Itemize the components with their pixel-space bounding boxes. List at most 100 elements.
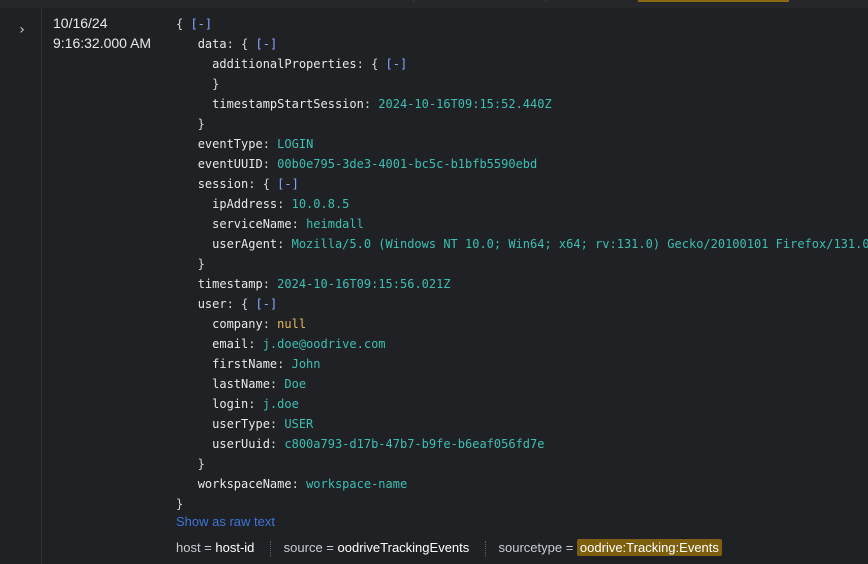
collapse-toggle[interactable]: [-] xyxy=(256,297,278,311)
json-punctuation xyxy=(176,97,212,111)
json-punctuation xyxy=(176,337,212,351)
json-punctuation xyxy=(176,437,212,451)
json-key: lastName xyxy=(212,377,270,391)
json-punctuation xyxy=(176,57,212,71)
json-null-value: null xyxy=(277,317,307,331)
json-punctuation xyxy=(176,357,212,371)
json-line: company: null xyxy=(176,314,866,334)
json-value: 2024-10-16T09:15:52.440Z xyxy=(378,97,552,111)
json-punctuation: } xyxy=(176,117,205,131)
collapse-toggle[interactable]: [-] xyxy=(190,17,212,31)
json-value: 10.0.8.5 xyxy=(291,197,350,211)
json-punctuation: : xyxy=(262,157,278,171)
sourcetype-field-value[interactable]: oodrive:Tracking:Events xyxy=(576,539,722,556)
json-line: lastName: Doe xyxy=(176,374,866,394)
json-punctuation xyxy=(176,237,212,251)
json-punctuation xyxy=(176,377,212,391)
host-field-label: host = xyxy=(176,540,216,555)
json-line: login: j.doe xyxy=(176,394,866,414)
json-punctuation: : { xyxy=(248,177,278,191)
json-punctuation: } xyxy=(176,77,220,91)
json-value: LOGIN xyxy=(277,137,314,151)
json-key: userType xyxy=(212,417,270,431)
json-punctuation: : xyxy=(277,357,292,371)
json-line: userUuid: c800a793-d17b-47b7-b9fe-b6eaf0… xyxy=(176,434,866,454)
json-value: heimdall xyxy=(306,217,364,231)
json-line: eventUUID: 00b0e795-3de3-4001-bc5c-b1bfb… xyxy=(176,154,866,174)
json-value: Mozilla/5.0 (Windows NT 10.0; Win64; x64… xyxy=(291,237,868,251)
collapse-toggle[interactable]: [-] xyxy=(277,177,299,191)
json-key: data xyxy=(197,37,227,51)
json-key: timestampStartSession xyxy=(212,97,364,111)
json-key: userUuid xyxy=(212,437,270,451)
json-value: 00b0e795-3de3-4001-bc5c-b1bfb5590ebd xyxy=(277,157,538,171)
json-line: user: { [-] xyxy=(176,294,866,314)
json-line: workspaceName: workspace-name xyxy=(176,474,866,494)
json-punctuation xyxy=(176,37,198,51)
json-line: userType: USER xyxy=(176,414,866,434)
json-punctuation xyxy=(176,397,212,411)
json-key: session xyxy=(197,177,249,191)
json-line: userAgent: Mozilla/5.0 (Windows NT 10.0;… xyxy=(176,234,868,254)
top-toolbar-strip xyxy=(0,0,868,8)
json-key: eventType xyxy=(197,137,263,151)
json-value: workspace-name xyxy=(306,477,408,491)
chevron-right-icon[interactable]: › xyxy=(14,22,30,38)
source-field-value[interactable]: oodriveTrackingEvents xyxy=(338,540,470,555)
json-line: eventType: LOGIN xyxy=(176,134,866,154)
json-punctuation: : xyxy=(248,397,263,411)
json-punctuation: : xyxy=(262,277,278,291)
json-line: } xyxy=(176,454,866,474)
json-value: j.doe xyxy=(262,397,299,411)
field-separator xyxy=(484,540,486,557)
show-raw-text-link[interactable]: Show as raw text xyxy=(176,514,275,529)
field-separator xyxy=(270,540,272,557)
json-punctuation xyxy=(176,297,198,311)
event-row-gutter: › xyxy=(0,8,42,564)
json-line: } xyxy=(176,74,866,94)
json-key: timestamp xyxy=(197,277,263,291)
json-line: session: { [-] xyxy=(176,174,866,194)
event-time: 9:16:32.000 AM xyxy=(53,35,152,51)
json-value: j.doe@oodrive.com xyxy=(262,337,386,351)
json-punctuation: { xyxy=(176,17,191,31)
json-punctuation: } xyxy=(176,497,184,511)
json-punctuation: : xyxy=(269,417,285,431)
toolbar-divider xyxy=(413,0,414,2)
json-punctuation: : xyxy=(291,217,307,231)
json-punctuation: : xyxy=(269,437,285,451)
json-value: c800a793-d17b-47b7-b9fe-b6eaf056fd7e xyxy=(284,437,545,451)
json-punctuation: } xyxy=(176,457,205,471)
json-key: login xyxy=(212,397,249,411)
json-punctuation: : xyxy=(248,337,263,351)
json-punctuation xyxy=(176,177,198,191)
json-value: Doe xyxy=(284,377,307,391)
collapse-toggle[interactable]: [-] xyxy=(386,57,408,71)
json-line: serviceName: heimdall xyxy=(176,214,866,234)
json-value: USER xyxy=(284,417,314,431)
json-line: email: j.doe@oodrive.com xyxy=(176,334,866,354)
json-line: firstName: John xyxy=(176,354,866,374)
json-line: } xyxy=(176,114,866,134)
json-punctuation xyxy=(176,217,212,231)
host-field-value[interactable]: host-id xyxy=(215,540,254,555)
json-punctuation: : xyxy=(262,317,278,331)
json-key: workspaceName xyxy=(197,477,292,491)
json-value: John xyxy=(291,357,321,371)
json-punctuation: : { xyxy=(226,37,256,51)
collapse-toggle[interactable]: [-] xyxy=(256,37,278,51)
json-key: firstName xyxy=(212,357,278,371)
json-line: timestamp: 2024-10-16T09:15:56.021Z xyxy=(176,274,866,294)
json-key: userAgent xyxy=(212,237,278,251)
json-punctuation: : xyxy=(363,97,379,111)
json-punctuation: } xyxy=(176,257,205,271)
json-punctuation xyxy=(176,317,212,331)
json-punctuation xyxy=(176,197,212,211)
json-punctuation: : xyxy=(262,137,278,151)
event-timestamp: 10/16/24 9:16:32.000 AM xyxy=(53,13,151,53)
json-punctuation: : xyxy=(269,377,285,391)
json-line: ipAddress: 10.0.8.5 xyxy=(176,194,866,214)
json-punctuation: : xyxy=(291,477,307,491)
json-key: company xyxy=(212,317,263,331)
json-line: } xyxy=(176,254,866,274)
